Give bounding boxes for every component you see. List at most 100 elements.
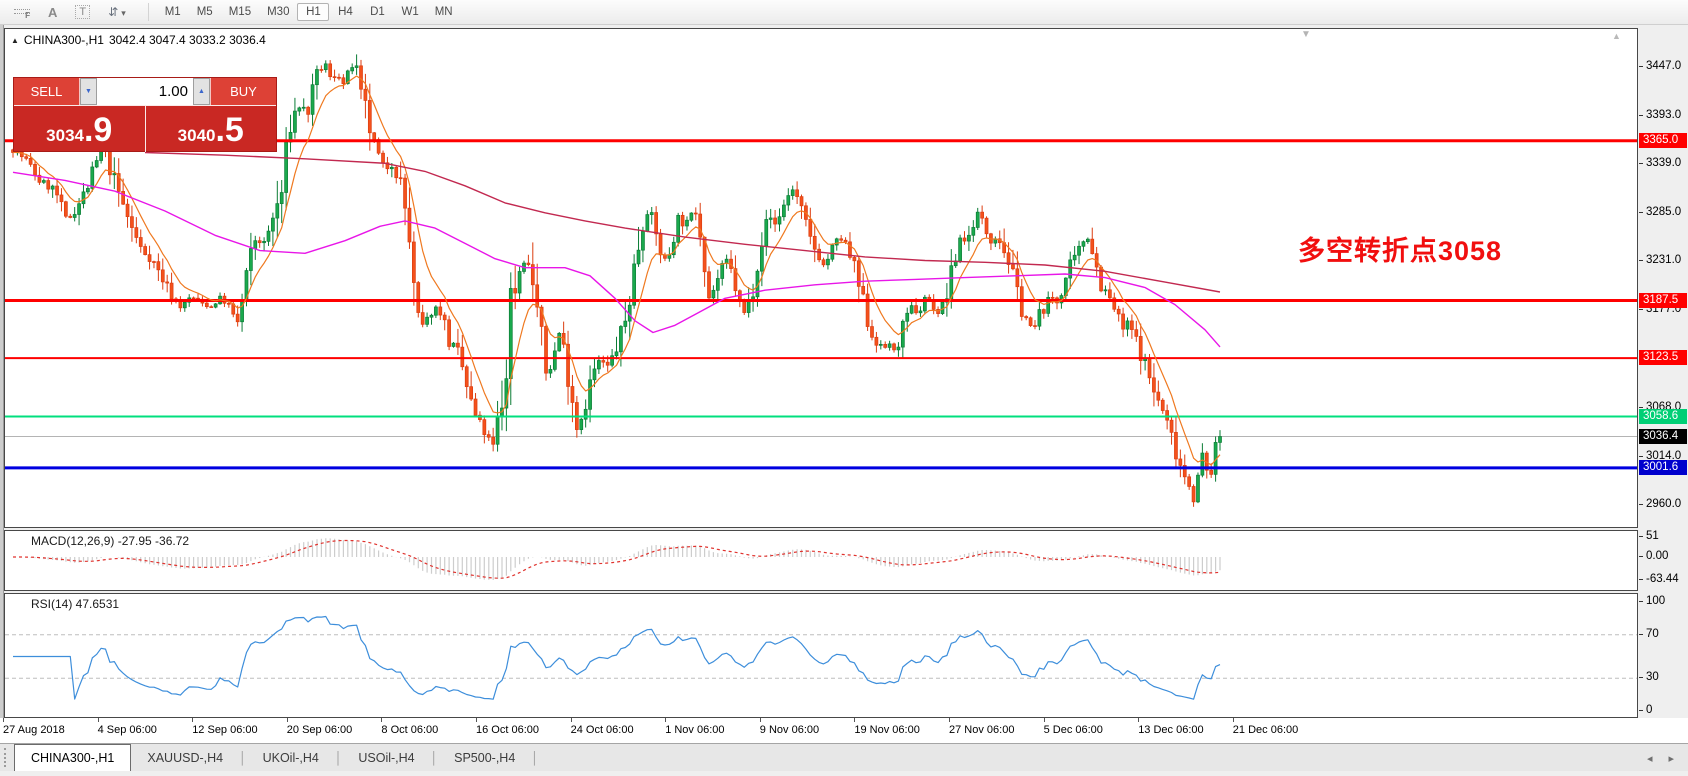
time-tick [192, 718, 193, 722]
arrow-tool-icon[interactable]: A [48, 5, 57, 20]
chart-canvas[interactable]: ▲ CHINA300-,H1 3042.4 3047.4 3033.2 3036.4… [4, 28, 1638, 528]
time-label: 16 Oct 06:00 [476, 724, 539, 736]
time-label: 1 Nov 06:00 [665, 724, 724, 736]
time-label: 20 Sep 06:00 [287, 724, 352, 736]
price-level-badge: 3036.4 [1639, 429, 1687, 444]
tab-xauusd-h4[interactable]: XAUUSD-,H4 [131, 744, 239, 771]
chart-annotation-text: 多空转折点3058 [1298, 229, 1502, 268]
rsi-scale-label: 100 [1639, 594, 1665, 609]
tab-bar-grip[interactable] [4, 748, 12, 767]
time-label: 5 Dec 06:00 [1044, 724, 1103, 736]
time-label: 24 Oct 06:00 [571, 724, 634, 736]
price-level-badge: 3365.0 [1639, 133, 1687, 148]
timeframe-h1[interactable]: H1 [297, 3, 329, 21]
timeframe-m5[interactable]: M5 [189, 3, 221, 21]
time-label: 4 Sep 06:00 [98, 724, 157, 736]
tab-china300-h1[interactable]: CHINA300-,H1 [14, 744, 131, 771]
time-label: 19 Nov 06:00 [854, 724, 919, 736]
toolbar-separator [148, 3, 149, 21]
price-tick-label: 2960.0 [1639, 497, 1681, 512]
price-scale-marker-icon: ▲ [1612, 31, 1621, 41]
time-tick [949, 718, 950, 722]
time-label: 27 Aug 2018 [3, 724, 65, 736]
timeframe-h4[interactable]: H4 [329, 3, 361, 21]
time-label: 9 Nov 06:00 [760, 724, 819, 736]
chart-symbol-label: CHINA300-,H1 [24, 33, 104, 47]
price-tick-label: 3393.0 [1639, 108, 1681, 123]
tab-scroll-arrows: ◂▸ [1647, 744, 1674, 772]
sell-button[interactable]: SELL [14, 78, 80, 105]
time-label: 12 Sep 06:00 [192, 724, 257, 736]
timeframe-d1[interactable]: D1 [361, 3, 393, 21]
expert-grid-icon[interactable]: F [14, 6, 30, 18]
rsi-label: RSI(14) 47.6531 [31, 597, 119, 611]
price-tick-label: 3231.0 [1639, 253, 1681, 268]
chart-title: ▲ CHINA300-,H1 3042.4 3047.4 3033.2 3036.4 [11, 33, 266, 47]
time-tick [381, 718, 382, 722]
tab-scroll-right-icon[interactable]: ▸ [1668, 752, 1674, 765]
tab-usoil-h4[interactable]: USOil-,H4 [342, 744, 430, 771]
time-tick [476, 718, 477, 722]
tab-sp500-h4[interactable]: SP500-,H4 [438, 744, 531, 771]
time-tick [665, 718, 666, 722]
time-label: 8 Oct 06:00 [381, 724, 438, 736]
volume-input[interactable]: 1.00 [97, 78, 193, 105]
price-level-badge: 3058.6 [1639, 409, 1687, 424]
time-tick [1044, 718, 1045, 722]
time-tick [571, 718, 572, 722]
time-tick [1233, 718, 1234, 722]
rsi-scale-label: 30 [1639, 670, 1659, 685]
buy-button[interactable]: BUY [210, 78, 276, 105]
timeframe-mn[interactable]: MN [427, 3, 461, 21]
one-click-trade-panel: SELL ▼ 1.00 ▲ BUY 3034.9 3040.5 [13, 77, 277, 152]
price-tick-label: 3339.0 [1639, 156, 1681, 171]
price-level-badge: 3001.6 [1639, 460, 1687, 475]
macd-scale-label: -63.44 [1639, 572, 1679, 587]
price-scale[interactable]: 3447.03393.03339.03285.03231.03177.03068… [1639, 0, 1688, 776]
timeframe-m15[interactable]: M15 [221, 3, 259, 21]
price-tick-label: 3285.0 [1639, 205, 1681, 220]
timeframe-row: M1M5M15M30H1H4D1W1MN [157, 3, 461, 21]
timeframe-m1[interactable]: M1 [157, 3, 189, 21]
collapse-arrow-icon[interactable]: ▲ [11, 36, 19, 45]
cycle-lines-icon[interactable]: ⇵▾ [108, 3, 126, 21]
top-toolbar: F A T ⇵▾ M1M5M15M30H1H4D1W1MN [0, 0, 1688, 25]
toolbar-caret-icon[interactable]: ▾ [121, 8, 126, 18]
volume-increase-button[interactable]: ▲ [193, 78, 210, 105]
time-tick [98, 718, 99, 722]
time-tick [3, 718, 4, 722]
rsi-scale-label: 70 [1639, 627, 1659, 642]
price-level-badge: 3123.5 [1639, 350, 1687, 365]
time-tick [854, 718, 855, 722]
time-scale[interactable]: 27 Aug 2018 4 Sep 06:00 12 Sep 06:00 20 Sep… [0, 718, 1688, 743]
macd-scale-label: 51 [1639, 529, 1659, 544]
macd-panel[interactable]: MACD(12,26,9) -27.95 -36.72 [4, 530, 1638, 591]
sell-price[interactable]: 3034.9 [14, 106, 146, 152]
tab-separator: │ [431, 744, 439, 771]
timeframe-m30[interactable]: M30 [259, 3, 297, 21]
rsi-scale-label: 0 [1639, 703, 1652, 718]
tab-scroll-left-icon[interactable]: ◂ [1647, 752, 1653, 765]
timeframe-w1[interactable]: W1 [393, 3, 426, 21]
time-label: 21 Dec 06:00 [1233, 724, 1298, 736]
time-tick [1138, 718, 1139, 722]
time-label: 27 Nov 06:00 [949, 724, 1014, 736]
tab-ukoil-h4[interactable]: UKOil-,H4 [247, 744, 335, 771]
time-tick [760, 718, 761, 722]
macd-scale-label: 0.00 [1639, 549, 1668, 564]
text-tool-icon[interactable]: T [75, 5, 90, 19]
chart-ohlc-label: 3042.4 3047.4 3033.2 3036.4 [109, 33, 266, 47]
volume-decrease-button[interactable]: ▼ [80, 78, 97, 105]
buy-price[interactable]: 3040.5 [146, 106, 277, 152]
price-level-badge: 3187.5 [1639, 293, 1687, 308]
chart-tab-bar: CHINA300-,H1XAUUSD-,H4│UKOil-,H4│USOil-,… [0, 743, 1688, 771]
tab-separator: │ [531, 744, 539, 771]
rsi-panel[interactable]: RSI(14) 47.6531 [4, 593, 1638, 718]
tab-separator: │ [239, 744, 247, 771]
chart-shift-marker-icon[interactable]: ▼ [1301, 29, 1311, 40]
time-tick [287, 718, 288, 722]
macd-label: MACD(12,26,9) -27.95 -36.72 [31, 534, 189, 548]
time-label: 13 Dec 06:00 [1138, 724, 1203, 736]
tab-separator: │ [335, 744, 343, 771]
price-tick-label: 3447.0 [1639, 59, 1681, 74]
